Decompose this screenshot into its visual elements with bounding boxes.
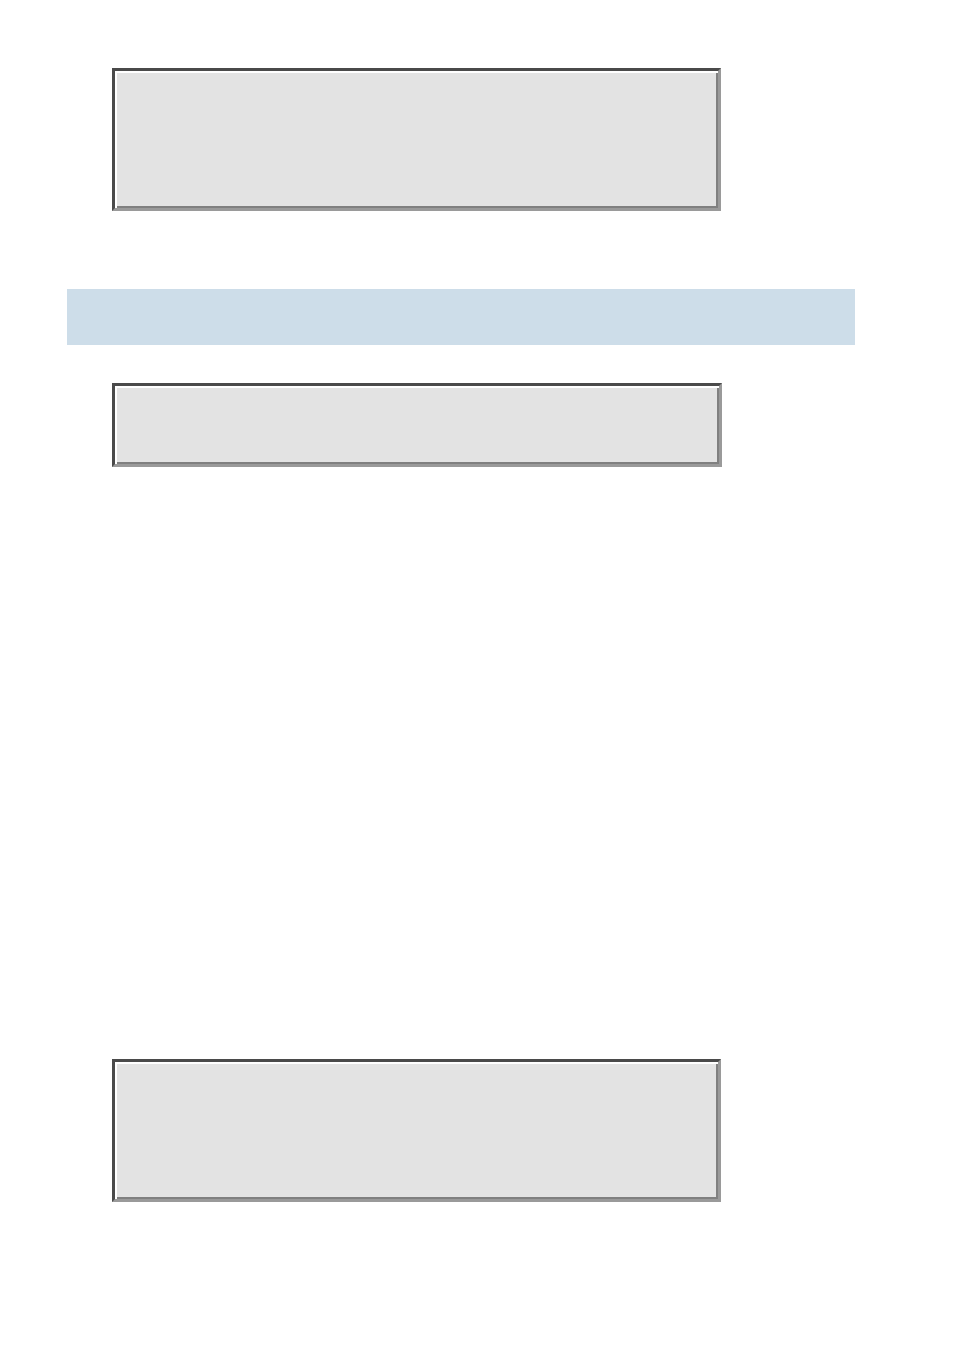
highlight-band <box>67 289 855 345</box>
panel-middle <box>112 383 722 467</box>
panel-top <box>112 68 721 211</box>
panel-bottom <box>112 1059 721 1202</box>
